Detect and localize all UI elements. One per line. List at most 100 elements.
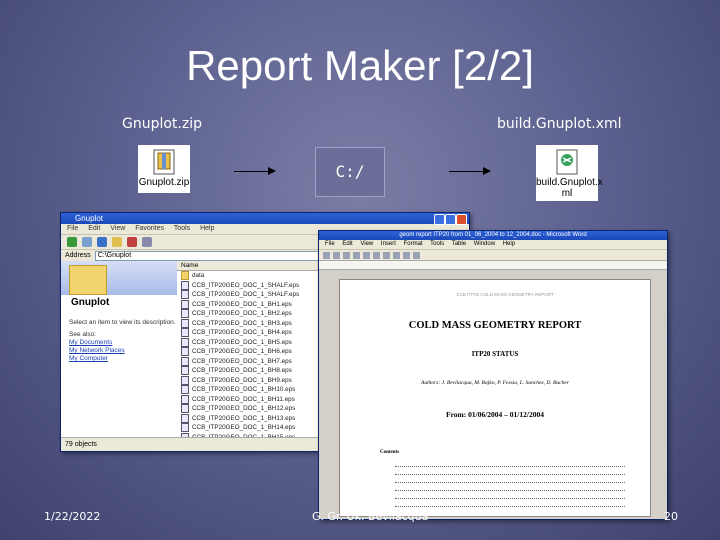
document-page[interactable]: CCB ITP20 COLD MASS GEOMETRY REPORT COLD…: [339, 279, 651, 517]
task-description: Select an item to view its description. …: [69, 319, 179, 363]
slide-date: 1/22/2022: [44, 510, 101, 523]
file-row-name: CCB_ITP20GEO_DOC_1_BH7.eps: [192, 357, 292, 365]
table-icon[interactable]: [413, 251, 420, 259]
save-icon[interactable]: [343, 251, 350, 259]
explorer-titlebar[interactable]: Gnuplot: [61, 213, 469, 225]
link-my-computer[interactable]: My Computer: [69, 355, 179, 363]
search-icon[interactable]: [97, 237, 107, 247]
toc-line: [395, 506, 625, 508]
forward-arrow-icon[interactable]: [82, 237, 92, 247]
toc-line: [395, 490, 625, 492]
print-icon[interactable]: [353, 251, 360, 259]
close-button[interactable]: [456, 214, 467, 225]
file-row-name: CCB_ITP20GEO_DOC_1_BH4.eps: [192, 329, 292, 336]
toc-line: [395, 474, 625, 476]
doc-authors: Authors: J. Bevilacqua, M. Bajko, P. Fes…: [421, 380, 569, 386]
xml-document-icon: [556, 149, 578, 175]
eps-file-icon: [181, 385, 189, 395]
eps-file-icon: [181, 375, 189, 385]
zip-file-icon: Gnuplot.zip: [138, 145, 190, 193]
ruler: [319, 260, 667, 270]
file-row-name: CCB_ITP20GEO_DOC_1_BH13.eps: [192, 414, 296, 422]
eps-file-icon: [181, 299, 189, 309]
copy-icon[interactable]: [373, 251, 380, 259]
eps-file-icon: [181, 280, 189, 290]
eps-file-icon: [181, 347, 189, 357]
folder-name: Gnuplot: [71, 297, 110, 308]
delete-icon[interactable]: [127, 237, 137, 247]
zip-archive-icon: [153, 149, 175, 175]
word-window: geom report ITP20 from 01_06_2004 to 12_…: [318, 230, 668, 520]
xml-file-icon: build.Gnuplot.x ml: [536, 145, 603, 201]
xml-file-name-2: ml: [561, 188, 573, 199]
zip-label: Gnuplot.zip: [122, 116, 203, 132]
paste-icon[interactable]: [383, 251, 390, 259]
eps-file-icon: [181, 423, 189, 433]
maximize-button[interactable]: [445, 214, 456, 225]
file-row-name: CCB_ITP20GEO_DOC_1_BH5.eps: [192, 338, 292, 346]
xml-label: build.Gnuplot.xml: [497, 116, 622, 132]
back-arrow-icon[interactable]: [67, 237, 77, 247]
task-text: Select an item to view its description.: [69, 319, 176, 326]
eps-file-icon: [181, 413, 189, 423]
eps-file-icon: [181, 309, 189, 319]
eps-file-icon: [181, 404, 189, 414]
task-pane: Gnuplot Select an item to view its descr…: [61, 261, 177, 437]
eps-file-icon: [181, 318, 189, 328]
file-row-name: data: [192, 272, 205, 279]
word-menu-bar[interactable]: File Edit View Insert Format Tools Table…: [319, 240, 667, 249]
see-also-label: See also:: [69, 331, 97, 338]
file-row-name: CCB_ITP20GEO_DOC_1_BH12.eps: [192, 405, 296, 412]
eps-file-icon: [181, 290, 189, 300]
file-row-name: CCB_ITP20GEO_DOC_1_BH6.eps: [192, 348, 292, 355]
file-row-name: CCB_ITP20GEO_DOC_1_BH9.eps: [192, 376, 292, 384]
minimize-button[interactable]: [434, 214, 445, 225]
arrow-right-2: [449, 167, 491, 175]
eps-file-icon: [181, 328, 189, 338]
file-row-name: CCB_ITP20GEO_DOC_1_BH11.eps: [192, 395, 295, 403]
file-row-name: CCB_ITP20GEO_DOC_1_SHALF.eps: [192, 281, 300, 289]
eps-file-icon: [181, 356, 189, 366]
file-row-name: CCB_ITP20GEO_DOC_1_SHALF.eps: [192, 291, 300, 298]
doc-header: CCB ITP20 COLD MASS GEOMETRY REPORT: [456, 292, 554, 297]
link-my-network-places[interactable]: My Network Places: [69, 347, 179, 355]
slide-page-number: 20: [664, 510, 678, 523]
address-label: Address: [65, 252, 91, 259]
xml-file-name-1: build.Gnuplot.x: [536, 177, 603, 188]
word-titlebar[interactable]: geom report ITP20 from 01_06_2004 to 12_…: [319, 231, 667, 240]
undo-icon[interactable]: [393, 251, 400, 259]
drive-box: C:/: [315, 147, 385, 197]
arrow-right-1: [234, 167, 276, 175]
file-row-name: CCB_ITP20GEO_DOC_1_BH14.eps: [192, 424, 296, 431]
folder-icon: [69, 265, 107, 295]
file-row-name: CCB_ITP20GEO_DOC_1_BH10.eps: [192, 386, 296, 393]
new-icon[interactable]: [323, 251, 330, 259]
redo-icon[interactable]: [403, 251, 410, 259]
cut-icon[interactable]: [363, 251, 370, 259]
explorer-title: Gnuplot: [75, 214, 104, 223]
eps-file-icon: [181, 394, 189, 404]
eps-file-icon: [181, 337, 189, 347]
slide-footer: G. Gr. Uk. Bevilacqua: [312, 510, 429, 523]
views-icon[interactable]: [142, 237, 152, 247]
doc-status: ITP20 STATUS: [471, 350, 519, 358]
link-my-documents[interactable]: My Documents: [69, 339, 179, 347]
folder-icon: [181, 271, 189, 281]
file-row-name: CCB_ITP20GEO_DOC_1_BH1.eps: [192, 300, 292, 308]
doc-title: COLD MASS GEOMETRY REPORT: [408, 320, 582, 331]
slide-title: Report Maker [2/2]: [186, 42, 534, 89]
doc-date-range: From: 01/06/2004 – 01/12/2004: [446, 410, 544, 419]
toc-line: [395, 466, 625, 468]
doc-contents-heading: Contents: [380, 450, 400, 455]
eps-file-icon: [181, 366, 189, 376]
toc-line: [395, 482, 625, 484]
file-row-name: CCB_ITP20GEO_DOC_1_BH8.eps: [192, 367, 292, 374]
folders-icon[interactable]: [112, 237, 122, 247]
toc-line: [395, 498, 625, 500]
word-toolbar: [319, 249, 667, 260]
open-icon[interactable]: [333, 251, 340, 259]
task-pane-header: [61, 261, 177, 295]
zip-file-name: Gnuplot.zip: [138, 177, 190, 188]
file-row-name: CCB_ITP20GEO_DOC_1_BH2.eps: [192, 310, 292, 317]
file-row-name: CCB_ITP20GEO_DOC_1_BH3.eps: [192, 319, 292, 327]
